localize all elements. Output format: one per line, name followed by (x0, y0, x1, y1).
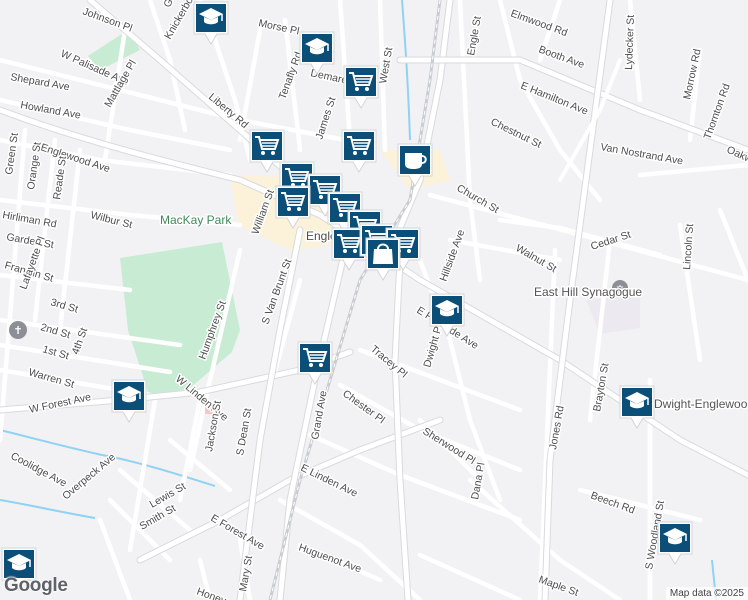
school-icon (299, 31, 335, 75)
street-label: Van Nostrand Ave (599, 141, 684, 167)
shopping-bag-icon (365, 237, 401, 281)
street-label: Orange St (25, 141, 44, 190)
street-label: Tracey Pl (368, 343, 409, 380)
school-marker[interactable] (428, 292, 466, 340)
cart-marker[interactable] (342, 64, 380, 112)
street-label: Honey (195, 586, 228, 600)
street-label: Lydecker St (623, 15, 637, 71)
street-label: 2nd St (39, 321, 72, 341)
street-label: Church St (455, 182, 502, 216)
street-label: 3rd St (49, 296, 79, 315)
school-icon (111, 379, 147, 423)
coffee-cup-icon (397, 143, 433, 187)
school-marker[interactable] (618, 384, 656, 432)
street-label: Overpeck Ave (60, 451, 118, 502)
cart-marker[interactable] (296, 340, 334, 388)
map-attribution[interactable]: Map data ©2025 (665, 587, 748, 600)
place-label-school: Dwight-Englewood School (654, 397, 748, 411)
street-label: E Forest Ave (209, 512, 267, 552)
school-icon (657, 521, 693, 565)
street-label: James St (313, 96, 338, 141)
school-marker[interactable] (656, 520, 694, 568)
church-icon: ✝ (9, 321, 27, 339)
street-label: Engle St (465, 15, 484, 56)
shopping-cart-icon (275, 185, 311, 229)
street-label: Johnson Pl (81, 6, 134, 35)
map-canvas[interactable]: ✡ ✝ Morse Pl Demarest Ave West St Booth Ave… (0, 0, 748, 600)
street-label: Huguenot Ave (297, 542, 363, 576)
street-label: Sherwood Pl (420, 425, 477, 467)
svg-text:✝: ✝ (13, 324, 22, 337)
street-label: Green St (3, 132, 21, 175)
shopping-cart-icon (341, 129, 377, 173)
school-icon (619, 385, 655, 429)
street-label: E Linden Ave (299, 462, 360, 500)
school-icon (193, 1, 229, 45)
street-label: Garden St (5, 231, 54, 251)
street-label: Coolidge Ave (9, 450, 69, 490)
street-label: S Dean St (234, 407, 254, 456)
street-label: Elmwood Rd (509, 8, 569, 40)
block-area (586, 294, 640, 334)
school-marker[interactable] (298, 30, 336, 78)
street-label: Warren St (27, 366, 75, 390)
street-label: Thornton Rd (702, 82, 733, 141)
street-label: W Forest Ave (28, 391, 92, 416)
school-icon (429, 293, 465, 337)
school-marker[interactable] (192, 0, 230, 48)
google-logo: Google (4, 575, 68, 596)
street-label: Hillside Ave (438, 228, 468, 283)
coffee-marker[interactable] (396, 142, 434, 190)
street-label: Beech Rd (589, 490, 637, 517)
street-label: Mary St (237, 555, 255, 593)
place-label-worship: East Hill Synagogue (534, 285, 642, 299)
cart-marker[interactable] (274, 184, 312, 232)
shopping-cart-icon (343, 65, 379, 109)
school-marker[interactable] (110, 378, 148, 426)
street-label: Hirliman Rd (1, 209, 57, 230)
shopping-cart-icon (297, 341, 333, 385)
street-label: Morrow Rd (681, 48, 703, 101)
cart-marker[interactable] (340, 128, 378, 176)
street-label: 1st St (41, 343, 70, 362)
place-label-park: MacKay Park (160, 213, 232, 227)
street-label: Morse Pl (257, 17, 300, 37)
bag-marker[interactable] (364, 236, 402, 284)
street-label: Chestnut St (489, 116, 544, 151)
